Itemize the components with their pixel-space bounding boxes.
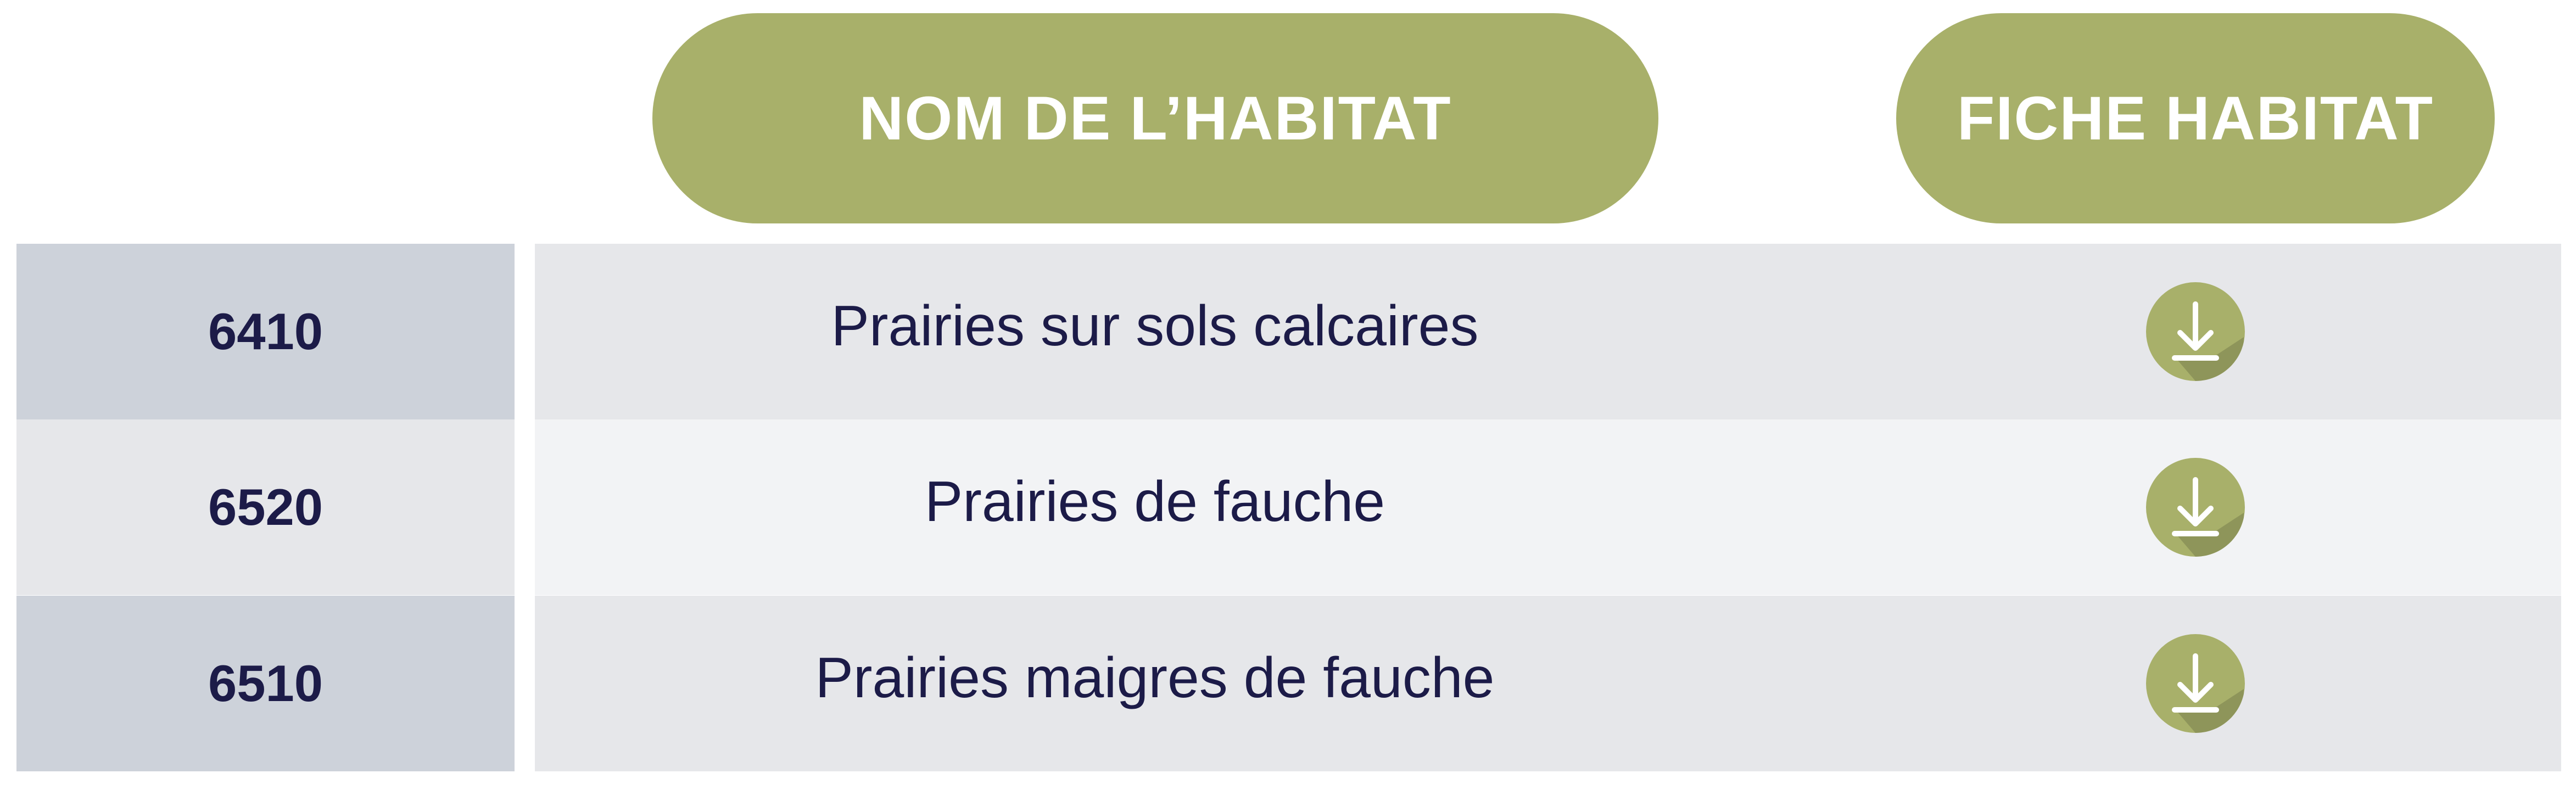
header-fiche-habitat-label: FICHE HABITAT — [1957, 84, 2434, 153]
habitat-name: Prairies de fauche — [924, 469, 1385, 534]
download-button[interactable] — [2146, 634, 2245, 733]
download-button[interactable] — [2146, 282, 2245, 381]
table-row: 6410 Prairies sur sols calcaires — [0, 244, 2576, 419]
habitat-name: Prairies sur sols calcaires — [831, 294, 1479, 358]
header-habitat-name-label: NOM DE L’HABITAT — [859, 84, 1452, 153]
habitat-cell: Prairies sur sols calcaires — [535, 244, 2561, 419]
habitat-name: Prairies maigres de fauche — [815, 646, 1495, 710]
habitat-code: 6410 — [16, 244, 515, 419]
download-icon — [2146, 634, 2245, 733]
table-row: 6520 Prairies de fauche — [0, 419, 2576, 595]
habitat-code: 6520 — [16, 419, 515, 595]
habitat-cell: Prairies de fauche — [535, 419, 2561, 595]
download-icon — [2146, 458, 2245, 557]
download-icon — [2146, 282, 2245, 381]
download-button[interactable] — [2146, 458, 2245, 557]
header-fiche-habitat: FICHE HABITAT — [1896, 13, 2495, 223]
habitat-cell: Prairies maigres de fauche — [535, 596, 2561, 771]
header-habitat-name: NOM DE L’HABITAT — [652, 13, 1658, 223]
habitat-code: 6510 — [16, 596, 515, 771]
table-row: 6510 Prairies maigres de fauche — [0, 596, 2576, 771]
